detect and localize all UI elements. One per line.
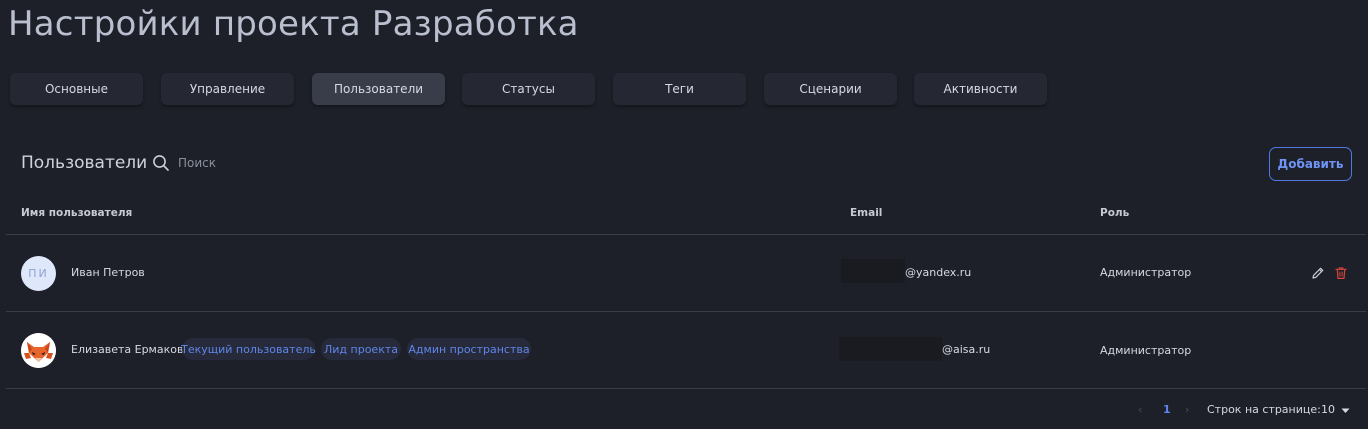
current-user-badge: Текущий пользователь (181, 338, 316, 360)
column-header-name: Имя пользователя (21, 207, 133, 219)
users-section-title: Пользователи (21, 153, 148, 173)
tab-users[interactable]: Пользователи (312, 73, 445, 105)
search-icon[interactable] (152, 154, 170, 172)
redacted-email-mask (841, 259, 905, 283)
tab-tags[interactable]: Теги (613, 73, 746, 105)
column-header-email: Email (850, 207, 883, 219)
page-title: Настройки проекта Разработка (8, 4, 579, 44)
edit-icon[interactable] (1311, 266, 1325, 280)
add-user-button[interactable]: Добавить (1269, 147, 1352, 181)
avatar (21, 333, 56, 368)
user-role: Администратор (1100, 266, 1192, 279)
table-bottom-divider (6, 388, 1366, 389)
user-role: Администратор (1100, 344, 1192, 357)
chevron-down-icon[interactable] (1341, 408, 1350, 414)
table-row: ПИ Иван Петров @yandex.ru Администратор (0, 235, 1368, 311)
user-name: Елизавета Ермакова (71, 343, 191, 356)
redacted-email-mask (839, 337, 942, 361)
fox-avatar-image (21, 333, 56, 368)
tab-statuses[interactable]: Статусы (462, 73, 595, 105)
user-email: @aisa.ru (942, 343, 991, 356)
search-box (152, 154, 340, 172)
tab-scenarios[interactable]: Сценарии (764, 73, 897, 105)
column-header-role: Роль (1100, 207, 1130, 219)
delete-icon[interactable] (1334, 266, 1348, 280)
space-admin-badge: Админ пространства (407, 338, 531, 360)
project-lead-badge: Лид проекта (321, 338, 401, 360)
search-input[interactable] (176, 155, 340, 171)
tab-basic[interactable]: Основные (10, 73, 143, 105)
rows-per-page-select[interactable]: 10 (1321, 403, 1335, 416)
tab-management[interactable]: Управление (161, 73, 294, 105)
prev-page-button[interactable]: ‹ (1138, 403, 1142, 416)
tab-activities[interactable]: Активности (914, 73, 1047, 105)
rows-per-page-label: Строк на странице: (1207, 403, 1321, 416)
next-page-button[interactable]: › (1185, 403, 1189, 416)
page-number-current[interactable]: 1 (1163, 403, 1171, 416)
user-email: @yandex.ru (905, 266, 972, 279)
user-name: Иван Петров (71, 266, 145, 279)
avatar: ПИ (21, 256, 56, 291)
table-row: Елизавета Ермакова Текущий пользователь … (0, 312, 1368, 388)
